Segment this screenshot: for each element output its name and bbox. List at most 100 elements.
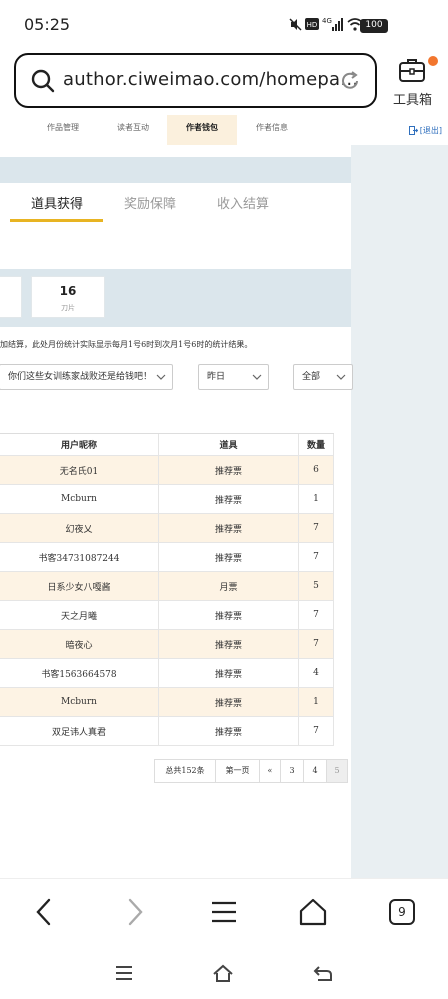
pagination-page[interactable]: 5 xyxy=(326,759,348,783)
battery-level: 100 xyxy=(365,20,383,30)
pagination-prev[interactable]: « xyxy=(259,759,281,783)
cell-prop: 推荐票 xyxy=(159,543,299,571)
cell-prop: 推荐票 xyxy=(159,514,299,542)
table-header-row: 用户昵称 道具 数量 xyxy=(0,434,334,456)
table-row: 天之月曦 推荐票 7 xyxy=(0,601,334,630)
system-nav-bar xyxy=(0,948,448,999)
table-row: 双足讳人真君 推荐票 7 xyxy=(0,717,334,746)
logout-label: [退出] xyxy=(419,126,442,135)
cell-nickname: 双足讳人真君 xyxy=(0,717,159,745)
chevron-down-icon xyxy=(252,374,262,380)
table-row: 幻夜乂 推荐票 7 xyxy=(0,514,334,543)
hd-icon: HD xyxy=(305,18,319,30)
cell-quantity: 7 xyxy=(299,717,334,745)
cell-nickname: 书客1563664578 xyxy=(0,659,159,687)
logout-link[interactable]: [退出] xyxy=(408,125,442,136)
cell-quantity: 6 xyxy=(299,456,334,484)
cell-nickname: 暗夜心 xyxy=(0,630,159,658)
stat-value: 16 xyxy=(59,284,77,298)
cell-quantity: 1 xyxy=(299,688,334,716)
back-icon[interactable] xyxy=(30,897,60,927)
pagination-total: 总共152条 xyxy=(154,759,216,783)
cell-quantity: 7 xyxy=(299,543,334,571)
pagination-first[interactable]: 第一页 xyxy=(215,759,260,783)
table-row: 书客34731087244 推荐票 7 xyxy=(0,543,334,572)
cell-quantity: 4 xyxy=(299,659,334,687)
chevron-down-icon xyxy=(336,374,346,380)
stat-card-partial xyxy=(0,276,22,318)
cell-nickname: Mcburn xyxy=(0,688,159,716)
type-select[interactable]: 全部 xyxy=(293,364,353,390)
table-row: 日系少女八嘎酱 月票 5 xyxy=(0,572,334,601)
toolbox-button[interactable]: 工具箱 xyxy=(388,56,440,108)
cell-prop: 月票 xyxy=(159,572,299,600)
reload-icon[interactable] xyxy=(339,70,361,92)
search-icon xyxy=(31,69,55,93)
table-row: 无名氏01 推荐票 6 xyxy=(0,456,334,485)
pagination: 总共152条 第一页 « 3 4 5 xyxy=(154,759,348,783)
wallet-panel: 道具获得 奖励保障 收入结算 16 刀片 加结算，此处月份统计实际显示每月1号6… xyxy=(0,145,353,878)
cell-nickname: 天之月曦 xyxy=(0,601,159,629)
site-nav: 作品管理 读者互动 作者钱包 作者信息 [退出] xyxy=(0,115,448,145)
cell-nickname: 日系少女八嘎酱 xyxy=(0,572,159,600)
svg-text:HD: HD xyxy=(307,21,318,29)
cell-nickname: Mcburn xyxy=(0,485,159,513)
cell-prop: 推荐票 xyxy=(159,630,299,658)
table-row: 书客1563664578 推荐票 4 xyxy=(0,659,334,688)
cell-quantity: 1 xyxy=(299,485,334,513)
cell-prop: 推荐票 xyxy=(159,601,299,629)
tab-income-settlement[interactable]: 收入结算 xyxy=(217,193,269,212)
cell-nickname: 无名氏01 xyxy=(0,456,159,484)
tab-props-received[interactable]: 道具获得 xyxy=(31,193,83,212)
work-select-value: 你们这些女训练家战败还是给钱吧！ xyxy=(8,372,153,382)
date-select[interactable]: 昨日 xyxy=(198,364,269,390)
stats-band: 16 刀片 xyxy=(0,269,351,327)
cell-nickname: 书客34731087244 xyxy=(0,543,159,571)
table-body: 无名氏01 推荐票 6 Mcburn 推荐票 1 幻夜乂 推荐票 7 书客34731087244 推… xyxy=(0,456,334,746)
nav-item-works[interactable]: 作品管理 xyxy=(33,115,93,145)
chevron-down-icon xyxy=(156,374,166,380)
svg-text:4G: 4G xyxy=(322,17,332,25)
cell-quantity: 7 xyxy=(299,601,334,629)
props-table: 用户昵称 道具 数量 无名氏01 推荐票 6 Mcburn 推荐票 1 幻夜乂 推荐票 7 书客3… xyxy=(0,433,334,746)
stat-label: 刀片 xyxy=(61,304,75,312)
table-row: Mcburn 推荐票 1 xyxy=(0,485,334,514)
table-row: 暗夜心 推荐票 7 xyxy=(0,630,334,659)
url-text[interactable]: author.ciweimao.com/homepa… xyxy=(63,69,358,90)
cell-nickname: 幻夜乂 xyxy=(0,514,159,542)
forward-icon[interactable] xyxy=(119,897,149,927)
cell-quantity: 5 xyxy=(299,572,334,600)
logout-icon xyxy=(408,126,418,135)
recent-apps-icon[interactable] xyxy=(113,962,135,984)
toolbox-icon xyxy=(399,59,425,82)
cell-prop: 推荐票 xyxy=(159,485,299,513)
header-nickname: 用户昵称 xyxy=(0,434,159,455)
type-select-value: 全部 xyxy=(302,372,321,382)
signal-4g-icon: 4G xyxy=(322,17,343,31)
cell-quantity: 7 xyxy=(299,630,334,658)
cell-prop: 推荐票 xyxy=(159,688,299,716)
home-icon[interactable] xyxy=(298,897,328,927)
browser-nav-bar: 9 xyxy=(0,878,448,948)
table-row: Mcburn 推荐票 1 xyxy=(0,688,334,717)
cell-quantity: 7 xyxy=(299,514,334,542)
toolbox-label: 工具箱 xyxy=(393,93,433,108)
nav-item-wallet[interactable]: 作者钱包 xyxy=(167,115,237,145)
nav-item-profile[interactable]: 作者信息 xyxy=(242,115,302,145)
status-time: 05:25 xyxy=(24,15,71,34)
tab-switcher-button[interactable]: 9 xyxy=(389,899,415,925)
system-back-icon[interactable] xyxy=(312,962,334,984)
cell-prop: 推荐票 xyxy=(159,659,299,687)
active-tab-underline xyxy=(10,219,103,222)
nav-item-readers[interactable]: 读者互动 xyxy=(103,115,163,145)
work-select[interactable]: 你们这些女训练家战败还是给钱吧！ xyxy=(0,364,173,390)
battery-icon: 100 xyxy=(360,19,388,33)
menu-icon[interactable] xyxy=(209,897,239,927)
system-home-icon[interactable] xyxy=(212,962,234,984)
pagination-page[interactable]: 4 xyxy=(303,759,327,783)
cell-prop: 推荐票 xyxy=(159,717,299,745)
header-quantity: 数量 xyxy=(299,434,334,455)
pagination-page[interactable]: 3 xyxy=(280,759,304,783)
tab-reward-guarantee[interactable]: 奖励保障 xyxy=(124,193,176,212)
address-bar[interactable]: author.ciweimao.com/homepa… xyxy=(14,53,377,108)
